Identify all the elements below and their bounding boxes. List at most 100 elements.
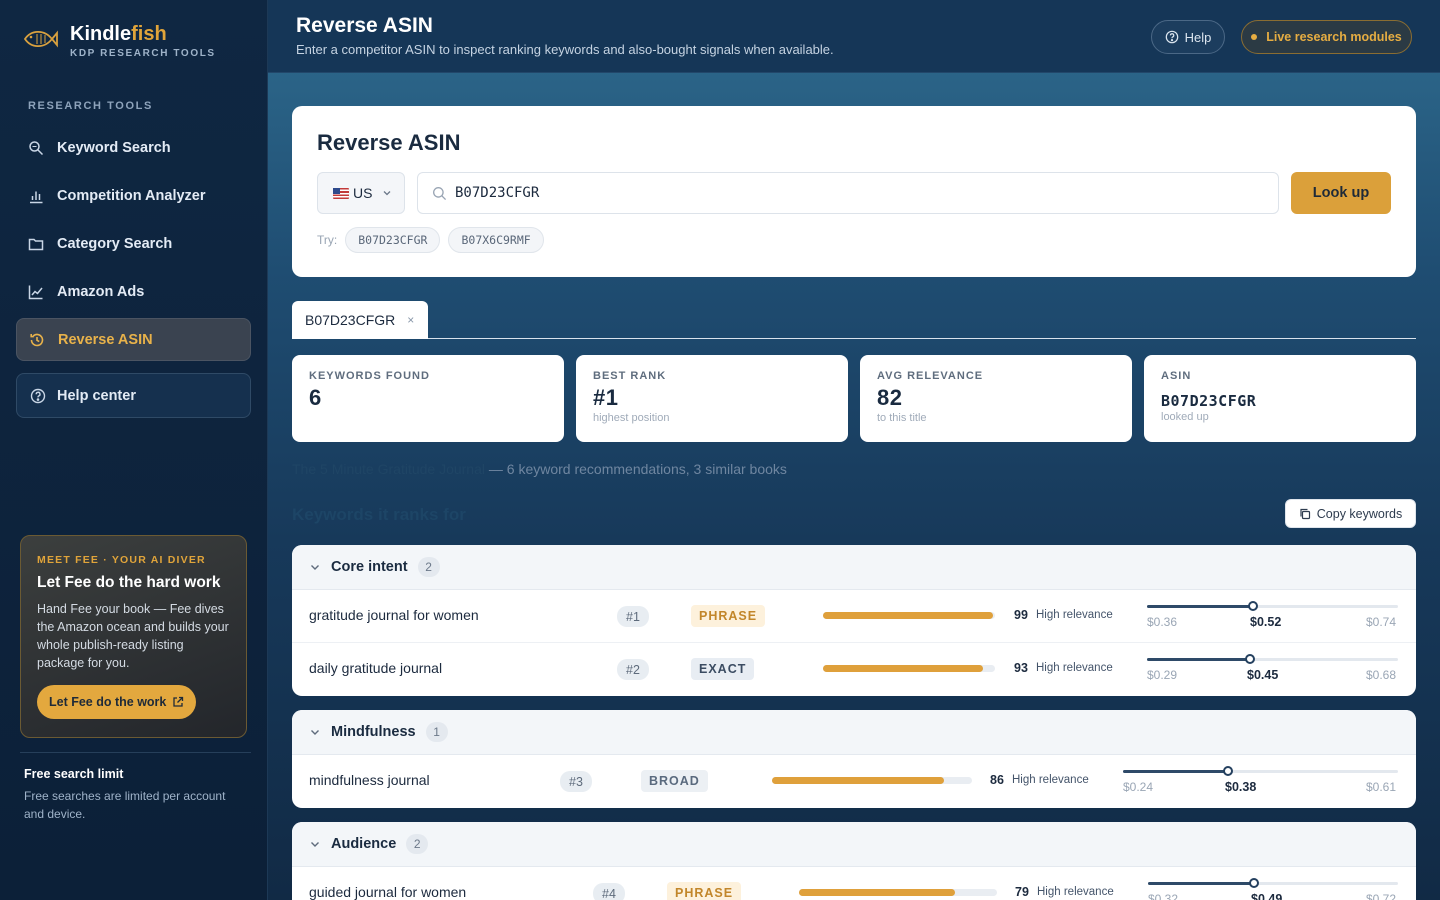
stat-label: BEST RANK <box>593 370 667 382</box>
top-bar: Reverse ASIN Enter a competitor ASIN to … <box>268 0 1440 73</box>
sidebar: Kindlefish KDP RESEARCH TOOLS RESEARCH T… <box>0 0 268 900</box>
tab-asin-result[interactable]: B07D23CFGR × <box>292 301 428 339</box>
bar-chart-icon <box>30 191 43 203</box>
stats-row: KEYWORDS FOUND 6 BEST RANK #1 highest po… <box>292 355 1416 442</box>
bid-marker <box>1249 878 1259 888</box>
close-icon[interactable]: × <box>407 313 414 327</box>
sidebar-item-category-search[interactable]: Category Search <box>16 222 251 265</box>
relevance-score: 79 <box>1015 885 1029 899</box>
copy-keywords-button[interactable]: Copy keywords <box>1285 499 1416 528</box>
history-icon <box>30 333 44 346</box>
lookup-button[interactable]: Look up <box>1291 172 1391 214</box>
keyword-row[interactable]: daily gratitude journal #2 EXACT 93 High rel… <box>292 643 1416 696</box>
match-type-badge: PHRASE <box>667 882 742 900</box>
relevance-bar <box>772 777 972 784</box>
rank-badge: #1 <box>617 606 649 627</box>
relevance-bar <box>823 612 995 619</box>
main-content: Reverse ASIN Enter a competitor ASIN to … <box>268 0 1440 900</box>
bid-marker <box>1248 601 1258 611</box>
asin-search-field[interactable] <box>417 172 1279 214</box>
marketplace-value: US <box>353 185 373 201</box>
chevron-down-icon <box>311 565 319 570</box>
bid-high: $0.68 <box>1366 668 1397 682</box>
keyword-text: guided journal for women <box>309 884 467 900</box>
book-title: The 5 Minute Gratitude Journal <box>292 461 485 477</box>
bid-suggested: $0.45 <box>1247 668 1279 682</box>
stat-sub: looked up <box>1161 411 1209 423</box>
bid-range-fill <box>1147 605 1253 608</box>
promo-title: Let Fee do the hard work <box>37 574 221 591</box>
example-asin-chip[interactable]: B07D23CFGR <box>345 227 441 253</box>
tab-label: B07D23CFGR <box>305 312 396 328</box>
result-tabs: B07D23CFGR × <box>292 301 1416 339</box>
rank-badge: #4 <box>593 883 625 900</box>
marketplace-select[interactable]: US <box>317 172 405 214</box>
relevance-score: 93 <box>1014 661 1028 675</box>
stat-best-rank: BEST RANK #1 highest position <box>576 355 848 442</box>
sidebar-item-amazon-ads[interactable]: Amazon Ads <box>16 270 251 313</box>
sidebar-item-keyword-search[interactable]: Keyword Search <box>16 126 251 169</box>
asin-input[interactable] <box>455 185 1255 201</box>
chevron-down-icon <box>311 842 319 847</box>
sidebar-item-reverse-asin[interactable]: Reverse ASIN <box>16 318 251 361</box>
sidebar-item-label: Competition Analyzer <box>57 187 206 204</box>
relevance-bar-fill <box>823 665 983 672</box>
keyword-group: Mindfulness 1 mindfulness journal #3 BROAD 86… <box>292 710 1416 808</box>
fish-logo-icon <box>23 30 58 48</box>
stat-value: #1 <box>593 385 619 410</box>
bid-suggested: $0.38 <box>1225 780 1257 794</box>
brand-tagline: KDP RESEARCH TOOLS <box>70 48 216 59</box>
sidebar-item-competition-analyzer[interactable]: Competition Analyzer <box>16 174 251 217</box>
help-circle-icon <box>1165 30 1178 44</box>
copy-keywords-label: Copy keywords <box>1316 506 1403 521</box>
sidebar-nav: Keyword Search Competition Analyzer Cate… <box>16 126 251 366</box>
promo-text: Hand Fee your book — Fee dives the Amazo… <box>37 602 229 670</box>
group-header[interactable]: Audience 2 <box>292 822 1416 867</box>
sidebar-divider <box>20 752 251 753</box>
let-fee-button[interactable]: Let Fee do the work <box>37 685 197 719</box>
chevron-down-icon <box>311 730 319 735</box>
copy-icon <box>1300 508 1310 519</box>
group-header[interactable]: Mindfulness 1 <box>292 710 1416 755</box>
summary-text: — 6 keyword recommendations, 3 similar b… <box>485 461 787 477</box>
let-fee-button-label: Let Fee do the work <box>49 695 167 709</box>
search-icon <box>29 140 44 155</box>
bid-low: $0.32 <box>1148 892 1179 900</box>
brand-logo[interactable]: Kindlefish KDP RESEARCH TOOLS <box>22 22 216 59</box>
relevance-bar <box>799 889 997 896</box>
free-limit-title: Free search limit <box>24 767 124 781</box>
help-center-button[interactable]: Help center <box>16 373 251 418</box>
bid-range-slider <box>1148 878 1398 888</box>
keyword-row[interactable]: mindfulness journal #3 BROAD 86 High relevan… <box>292 755 1416 808</box>
relevance-bar <box>823 665 995 672</box>
promo-kicker: MEET FEE · YOUR AI DIVER <box>37 554 206 566</box>
bid-suggested: $0.52 <box>1250 615 1282 629</box>
match-type-badge: EXACT <box>691 658 755 680</box>
bid-low: $0.29 <box>1147 668 1178 682</box>
stat-asin: ASIN B07D23CFGR looked up <box>1144 355 1416 442</box>
sidebar-item-label: Category Search <box>57 235 173 252</box>
sidebar-item-label: Reverse ASIN <box>58 331 153 348</box>
folder-icon <box>28 238 44 250</box>
group-count-badge: 2 <box>406 834 429 854</box>
stat-label: AVG RELEVANCE <box>877 370 984 382</box>
example-asin-chip[interactable]: B07X6C9RMF <box>448 227 544 253</box>
keyword-row[interactable]: gratitude journal for women #1 PHRASE 99 Hig… <box>292 590 1416 643</box>
keyword-text: mindfulness journal <box>309 772 430 788</box>
keyword-group: Core intent 2 gratitude journal for women #… <box>292 545 1416 696</box>
bid-low: $0.24 <box>1123 780 1154 794</box>
stat-avg-relevance: AVG RELEVANCE 82 to this title <box>860 355 1132 442</box>
keyword-row[interactable]: guided journal for women #4 PHRASE 79 High r… <box>292 867 1416 900</box>
bid-marker <box>1223 766 1233 776</box>
sidebar-item-label: Amazon Ads <box>57 283 145 300</box>
keyword-text: gratitude journal for women <box>309 607 479 623</box>
group-header[interactable]: Core intent 2 <box>292 545 1416 590</box>
search-card-title: Reverse ASIN <box>317 130 461 155</box>
live-modules-badge[interactable]: Live research modules <box>1241 20 1412 54</box>
help-button[interactable]: Help <box>1151 20 1225 54</box>
group-name: Audience <box>331 836 397 852</box>
bid-low: $0.36 <box>1147 615 1178 629</box>
sidebar-item-label: Keyword Search <box>57 139 171 156</box>
help-button-label: Help <box>1184 29 1212 45</box>
match-type-badge: PHRASE <box>691 605 766 627</box>
